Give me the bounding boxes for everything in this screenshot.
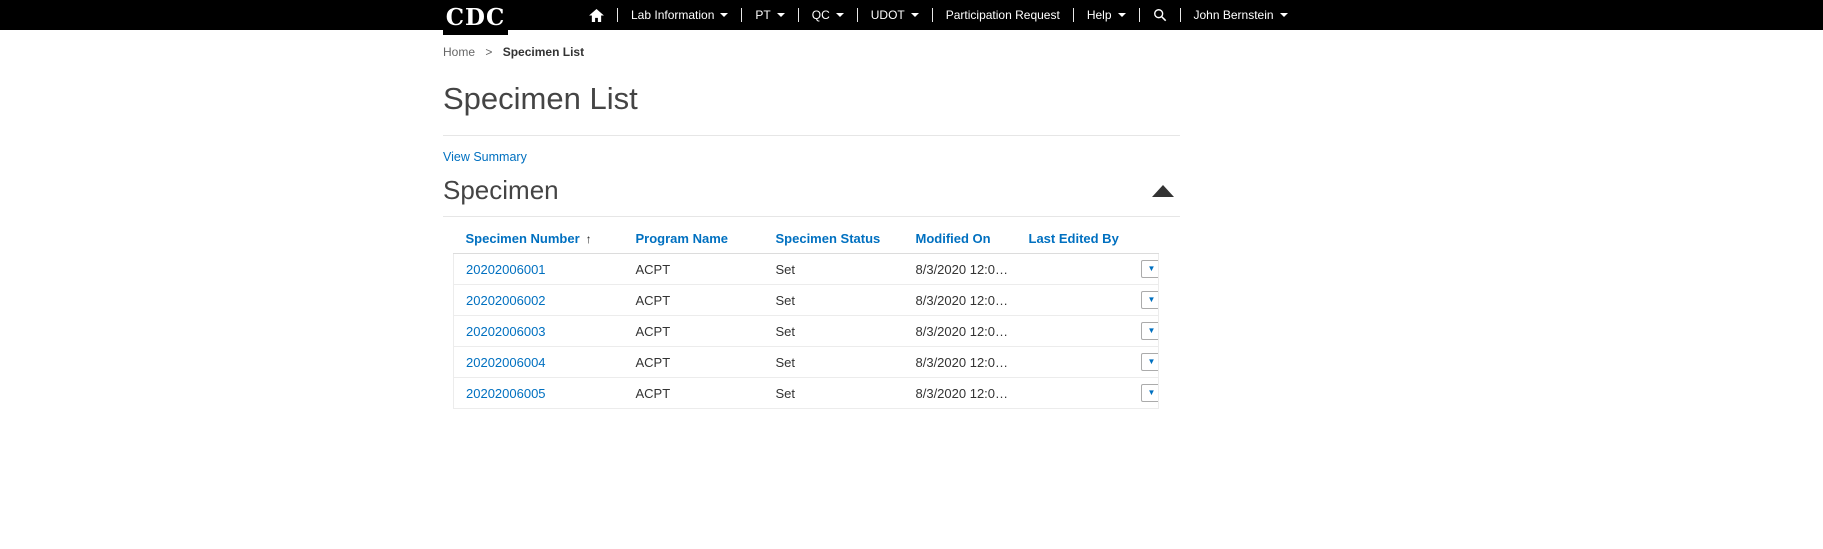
home-icon: [589, 9, 604, 22]
chevron-down-icon: ▼: [1148, 327, 1156, 335]
top-navigation-bar: CDC Lab Information PT QC: [0, 0, 1823, 30]
chevron-down-icon: ▼: [1148, 265, 1156, 273]
nav-item-label: John Bernstein: [1194, 8, 1274, 22]
nav-lab-information[interactable]: Lab Information: [618, 0, 741, 30]
nav-item-label: UDOT: [871, 8, 905, 22]
nav-item-label: PT: [755, 8, 770, 22]
title-divider: [443, 135, 1180, 136]
column-header-last-edited-by[interactable]: Last Edited By: [1017, 222, 1129, 254]
caret-down-icon: [1280, 13, 1288, 17]
last-edited-by-cell: [1017, 285, 1129, 316]
nav-item-label: Help: [1087, 8, 1112, 22]
column-header-actions: [1129, 222, 1159, 254]
row-actions-dropdown-button[interactable]: ▼: [1141, 291, 1159, 309]
table-row: 20202006001 ACPTSet8/3/2020 12:08 PM ▼: [454, 254, 1159, 285]
specimen-number-cell: 20202006004: [454, 347, 624, 378]
main-content: Home > Specimen List Specimen List View …: [443, 30, 1180, 409]
sort-ascending-icon: ↑: [586, 232, 592, 246]
section-title: Specimen: [443, 175, 559, 206]
nav-home[interactable]: [576, 0, 617, 30]
row-actions-dropdown-button[interactable]: ▼: [1141, 353, 1159, 371]
nav-item-label: Lab Information: [631, 8, 714, 22]
column-header-label: Specimen Number: [466, 231, 580, 246]
specimen-status-cell: Set: [764, 254, 904, 285]
nav-help[interactable]: Help: [1074, 0, 1139, 30]
specimen-number-link[interactable]: 20202006005: [466, 386, 546, 401]
nav-pt[interactable]: PT: [742, 0, 797, 30]
nav-item-label: QC: [812, 8, 830, 22]
collapse-section-button[interactable]: [1146, 183, 1180, 199]
column-header-modified-on[interactable]: Modified On: [904, 222, 1017, 254]
breadcrumb-home-link[interactable]: Home: [443, 45, 475, 59]
row-actions-dropdown-button[interactable]: ▼: [1141, 322, 1159, 340]
table-row: 20202006004 ACPTSet8/3/2020 12:08 PM ▼: [454, 347, 1159, 378]
view-summary-link[interactable]: View Summary: [443, 150, 527, 164]
last-edited-by-cell: [1017, 347, 1129, 378]
chevron-down-icon: ▼: [1148, 389, 1156, 397]
main-nav: Lab Information PT QC UDOT Participation…: [576, 0, 1301, 30]
nav-qc[interactable]: QC: [799, 0, 857, 30]
program-name-cell: ACPT: [624, 347, 764, 378]
row-actions-dropdown-button[interactable]: ▼: [1141, 384, 1159, 402]
specimen-number-link[interactable]: 20202006003: [466, 324, 546, 339]
caret-down-icon: [777, 13, 785, 17]
modified-on-cell: 8/3/2020 12:08 PM: [904, 347, 1017, 378]
row-actions-cell: ▼: [1129, 254, 1159, 285]
specimen-number-cell: 20202006001: [454, 254, 624, 285]
table-row: 20202006003 ACPTSet8/3/2020 12:08 PM ▼: [454, 316, 1159, 347]
specimen-number-cell: 20202006005: [454, 378, 624, 409]
nav-participation-request[interactable]: Participation Request: [933, 0, 1073, 30]
specimen-number-cell: 20202006003: [454, 316, 624, 347]
row-actions-cell: ▼: [1129, 285, 1159, 316]
chevron-up-icon: [1152, 185, 1174, 197]
page-title: Specimen List: [443, 82, 1180, 116]
column-header-specimen-status[interactable]: Specimen Status: [764, 222, 904, 254]
last-edited-by-cell: [1017, 316, 1129, 347]
breadcrumb: Home > Specimen List: [443, 30, 1180, 59]
last-edited-by-cell: [1017, 254, 1129, 285]
modified-on-cell: 8/3/2020 12:08 PM: [904, 316, 1017, 347]
nav-item-label: Participation Request: [946, 8, 1060, 22]
program-name-cell: ACPT: [624, 378, 764, 409]
caret-down-icon: [1118, 13, 1126, 17]
table-row: 20202006002 ACPTSet8/3/2020 12:08 PM ▼: [454, 285, 1159, 316]
row-actions-cell: ▼: [1129, 347, 1159, 378]
breadcrumb-separator: >: [485, 45, 492, 59]
nav-udot[interactable]: UDOT: [858, 0, 932, 30]
table-header-row: Specimen Number ↑ Program Name Specimen S…: [454, 222, 1159, 254]
specimen-table: Specimen Number ↑ Program Name Specimen S…: [453, 222, 1159, 409]
row-actions-dropdown-button[interactable]: ▼: [1141, 260, 1159, 278]
column-header-program-name[interactable]: Program Name: [624, 222, 764, 254]
specimen-number-link[interactable]: 20202006002: [466, 293, 546, 308]
caret-down-icon: [911, 13, 919, 17]
caret-down-icon: [836, 13, 844, 17]
chevron-down-icon: ▼: [1148, 296, 1156, 304]
breadcrumb-current: Specimen List: [503, 45, 584, 59]
specimen-status-cell: Set: [764, 378, 904, 409]
row-actions-cell: ▼: [1129, 378, 1159, 409]
specimen-section-header: Specimen: [443, 175, 1180, 217]
program-name-cell: ACPT: [624, 254, 764, 285]
column-header-specimen-number[interactable]: Specimen Number ↑: [454, 222, 624, 254]
modified-on-cell: 8/3/2020 12:08 PM: [904, 285, 1017, 316]
table-row: 20202006005 ACPTSet8/3/2020 12:08 PM ▼: [454, 378, 1159, 409]
specimen-status-cell: Set: [764, 316, 904, 347]
modified-on-cell: 8/3/2020 12:08 PM: [904, 254, 1017, 285]
last-edited-by-cell: [1017, 378, 1129, 409]
modified-on-cell: 8/3/2020 12:08 PM: [904, 378, 1017, 409]
program-name-cell: ACPT: [624, 285, 764, 316]
chevron-down-icon: ▼: [1148, 358, 1156, 366]
search-icon: [1153, 8, 1167, 22]
nav-search[interactable]: [1140, 0, 1180, 30]
specimen-number-cell: 20202006002: [454, 285, 624, 316]
specimen-number-link[interactable]: 20202006001: [466, 262, 546, 277]
specimen-number-link[interactable]: 20202006004: [466, 355, 546, 370]
caret-down-icon: [720, 13, 728, 17]
cdc-logo[interactable]: CDC: [443, 0, 508, 35]
nav-user-menu[interactable]: John Bernstein: [1181, 0, 1301, 30]
row-actions-cell: ▼: [1129, 316, 1159, 347]
program-name-cell: ACPT: [624, 316, 764, 347]
specimen-status-cell: Set: [764, 285, 904, 316]
specimen-status-cell: Set: [764, 347, 904, 378]
